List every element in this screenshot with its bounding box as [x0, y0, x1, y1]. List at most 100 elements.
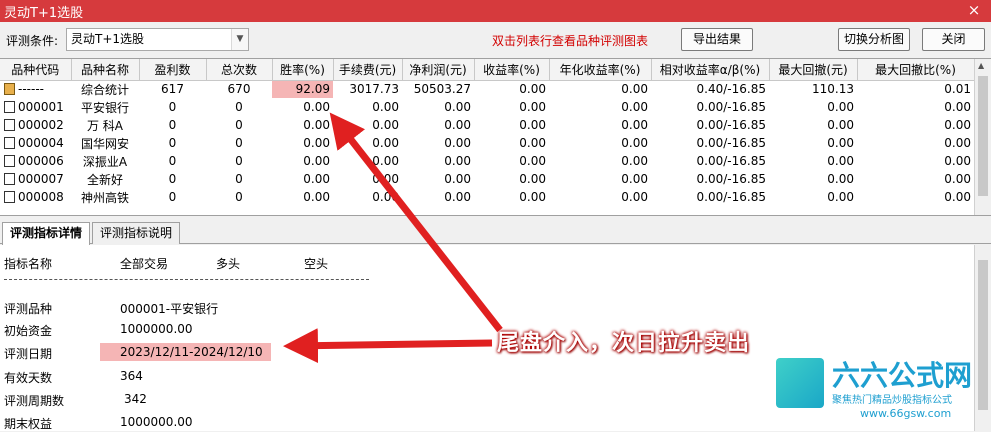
detail-label: 评测日期 [4, 347, 53, 361]
table-cell-text: 0.00 [519, 100, 546, 114]
table-cell-text: 0 [235, 190, 243, 204]
table-cell-text: 0.00 [444, 136, 471, 150]
table-cell: 神州高铁 [71, 188, 139, 206]
table-cell-text: 0.00 [621, 190, 648, 204]
table-row[interactable]: 000004 国华网安 0 0 0.00 0.00 0.00 0.00 0.00 0.00/-16… [0, 134, 974, 152]
table-cell-text: 0.00/-16.85 [696, 190, 766, 204]
condition-select-value: 灵动T+1选股 [71, 32, 145, 46]
column-header[interactable]: 盈利数 [139, 59, 207, 81]
table-cell-text: 3017.73 [349, 82, 399, 97]
table-cell-text: 0.00 [303, 100, 330, 114]
table-cell: 0.00 [549, 80, 651, 98]
table-cell: 0.00 [402, 152, 474, 170]
table-cell: 0.00 [272, 170, 333, 188]
results-table: 品种代码 品种名称 盈利数 总次数 胜率(%) 手续费(元) 净利润(元) 收益… [0, 59, 975, 206]
table-cell-text: 0 [168, 100, 177, 114]
table-row[interactable]: 000002 万 科A 0 0 0.00 0.00 0.00 0.00 0.00 0.00/-16… [0, 116, 974, 134]
grid-scrollbar[interactable]: ▲ [974, 59, 991, 215]
table-row[interactable]: 000008 神州高铁 0 0 0.00 0.00 0.00 0.00 0.00 0.00/-16… [0, 188, 974, 206]
table-cell: 0.00 [474, 80, 549, 98]
table-row[interactable]: 000007 全新好 0 0 0.00 0.00 0.00 0.00 0.00 0.00/-16.… [0, 170, 974, 188]
table-cell: 0.00 [769, 116, 857, 134]
table-cell: 92.09 [272, 80, 333, 98]
column-header[interactable]: 总次数 [206, 59, 273, 81]
table-cell-text: 0.00 [944, 118, 971, 132]
stock-icon [4, 137, 15, 149]
table-cell-text: 92.09 [295, 82, 330, 97]
table-cell-text: 0.00 [827, 172, 854, 186]
tab-metric-explanation[interactable]: 评测指标说明 [92, 222, 180, 244]
column-header[interactable]: 相对收益率α/β(%) [651, 59, 770, 81]
table-cell: 0.00 [769, 170, 857, 188]
table-cell: 000001 [0, 98, 71, 116]
table-row-summary[interactable]: ------ 综合统计 617 670 92.09 3017.73 50503.27 0.00… [0, 80, 974, 98]
stock-icon [4, 155, 15, 167]
table-cell: 000008 [0, 188, 71, 206]
watermark-logo-icon [776, 358, 824, 408]
table-cell: 0.00 [474, 116, 549, 134]
table-cell: 0.00 [402, 170, 474, 188]
export-button[interactable]: 导出结果 [681, 28, 753, 51]
table-cell-text: 0.00 [944, 190, 971, 204]
column-header[interactable]: 净利润(元) [402, 59, 475, 81]
grid-scroll-thumb[interactable] [978, 76, 988, 196]
table-cell-text: 深振业A [82, 154, 128, 169]
column-header[interactable]: 年化收益率(%) [549, 59, 652, 81]
condition-select[interactable]: 灵动T+1选股 ▼ [66, 28, 249, 51]
window-close-icon[interactable]: × [965, 1, 983, 19]
table-cell: 0.00 [549, 152, 651, 170]
table-cell-text: 0.00 [444, 154, 471, 168]
detail-scrollbar[interactable] [974, 245, 991, 431]
detail-scroll-thumb[interactable] [978, 260, 988, 410]
table-cell: 0.00 [549, 170, 651, 188]
table-cell: 深振业A [71, 152, 139, 170]
column-header[interactable]: 胜率(%) [272, 59, 334, 81]
column-header[interactable]: 手续费(元) [333, 59, 403, 81]
table-cell-text: 670 [227, 82, 251, 97]
table-cell-text: 0.00 [827, 118, 854, 132]
stock-icon [4, 191, 15, 203]
close-button[interactable]: 关闭 [922, 28, 985, 51]
table-cell: ------ [0, 80, 71, 98]
column-header[interactable]: 最大回撤(元) [769, 59, 858, 81]
table-row[interactable]: 000006 深振业A 0 0 0.00 0.00 0.00 0.00 0.00 0.00/-16… [0, 152, 974, 170]
table-cell: 0 [206, 134, 272, 152]
table-cell: 000004 [0, 134, 71, 152]
table-cell: 000007 [0, 170, 71, 188]
column-header[interactable]: 最大回撤比(%) [857, 59, 975, 81]
watermark-slogan: 聚焦热门精品炒股指标公式 [832, 395, 952, 406]
table-cell: 0 [139, 170, 206, 188]
table-cell-text: 0.00 [621, 100, 648, 114]
table-cell-text: 0.00 [519, 190, 546, 204]
table-cell: 110.13 [769, 80, 857, 98]
table-row[interactable]: 000001 平安银行 0 0 0.00 0.00 0.00 0.00 0.00 0.00/-16… [0, 98, 974, 116]
table-cell-text: 神州高铁 [80, 190, 129, 205]
column-header[interactable]: 品种名称 [71, 59, 140, 81]
table-cell-text: 0.00/-16.85 [696, 118, 766, 132]
scroll-up-icon[interactable]: ▲ [978, 61, 984, 70]
switch-chart-button[interactable]: 切换分析图 [838, 28, 910, 51]
detail-label: 评测品种 [4, 302, 53, 316]
table-cell: 0.00 [769, 134, 857, 152]
table-cell: 0.00/-16.85 [651, 170, 769, 188]
table-cell-text: 000001 [18, 100, 64, 114]
table-cell-text: 0.00 [944, 100, 971, 114]
detail-value: 342 [124, 392, 147, 406]
table-cell-text: 0.00 [303, 154, 330, 168]
table-cell-text: 0.00 [444, 172, 471, 186]
table-cell: 0 [139, 116, 206, 134]
table-cell: 50503.27 [402, 80, 474, 98]
column-header[interactable]: 品种代码 [0, 59, 72, 81]
detail-label: 评测周期数 [4, 394, 65, 408]
detail-label: 初始资金 [4, 324, 53, 338]
table-cell: 0.00/-16.85 [651, 134, 769, 152]
column-header[interactable]: 收益率(%) [474, 59, 550, 81]
table-cell: 0.00/-16.85 [651, 188, 769, 206]
table-cell-text: 0.00 [519, 136, 546, 150]
tab-metric-details[interactable]: 评测指标详情 [2, 222, 90, 245]
watermark-name: 六六公式网 [832, 359, 973, 392]
table-cell-text: 617 [161, 82, 184, 97]
chevron-down-icon[interactable]: ▼ [231, 29, 248, 50]
watermark-url: www.66gsw.com [860, 407, 952, 420]
detail-label: 有效天数 [4, 371, 53, 385]
